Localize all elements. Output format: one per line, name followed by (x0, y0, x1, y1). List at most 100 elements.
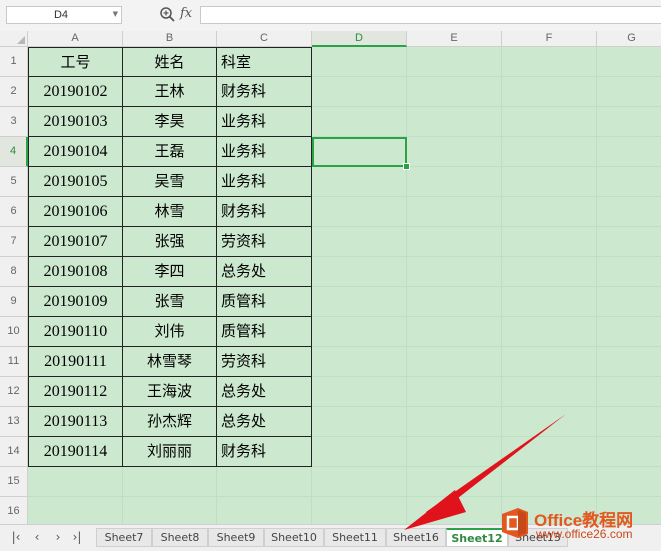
zoom-icon[interactable] (159, 6, 175, 22)
cell-g9[interactable] (597, 287, 661, 317)
last-sheet-icon[interactable]: ›| (71, 530, 83, 544)
cell-e11[interactable] (407, 347, 502, 377)
cell-d2[interactable] (312, 77, 407, 107)
cell-g3[interactable] (597, 107, 661, 137)
table-cell[interactable]: 20190113 (28, 407, 123, 437)
cell-f12[interactable] (502, 377, 597, 407)
table-cell[interactable]: 林雪琴 (123, 347, 217, 377)
table-cell[interactable]: 质管科 (217, 317, 312, 347)
column-header-c[interactable]: C (217, 31, 312, 47)
cell-d7[interactable] (312, 227, 407, 257)
table-cell[interactable]: 张强 (123, 227, 217, 257)
table-cell[interactable]: 财务科 (217, 437, 312, 467)
active-cell-outline[interactable] (312, 137, 407, 167)
cell-d12[interactable] (312, 377, 407, 407)
spreadsheet-grid[interactable]: A B C D E F G 1 2 3 4 5 6 7 8 9 10 11 12 13 14 15 16 工号 姓名 科室 2019… (0, 31, 661, 524)
cell-g11[interactable] (597, 347, 661, 377)
cell-e9[interactable] (407, 287, 502, 317)
table-cell[interactable]: 20190110 (28, 317, 123, 347)
cell-b16[interactable] (123, 497, 217, 524)
table-cell[interactable]: 20190109 (28, 287, 123, 317)
table-cell[interactable]: 20190111 (28, 347, 123, 377)
cell-c16[interactable] (217, 497, 312, 524)
cell-b15[interactable] (123, 467, 217, 497)
column-header-g[interactable]: G (597, 31, 661, 47)
table-cell[interactable]: 劳资科 (217, 347, 312, 377)
cell-g14[interactable] (597, 437, 661, 467)
cell-g5[interactable] (597, 167, 661, 197)
cell-e13[interactable] (407, 407, 502, 437)
table-cell[interactable]: 20190105 (28, 167, 123, 197)
cell-f8[interactable] (502, 257, 597, 287)
cell-e16[interactable] (407, 497, 502, 524)
cell-d1[interactable] (312, 47, 407, 77)
cell-g4[interactable] (597, 137, 661, 167)
fx-icon[interactable]: fx (180, 6, 192, 21)
table-cell[interactable]: 劳资科 (217, 227, 312, 257)
table-cell[interactable]: 林雪 (123, 197, 217, 227)
table-cell[interactable]: 业务科 (217, 107, 312, 137)
cell-g7[interactable] (597, 227, 661, 257)
cell-f13[interactable] (502, 407, 597, 437)
table-cell[interactable]: 王林 (123, 77, 217, 107)
cell-g10[interactable] (597, 317, 661, 347)
table-cell[interactable]: 业务科 (217, 137, 312, 167)
sheet-tab-sheet7[interactable]: Sheet7 (96, 528, 152, 547)
row-header-13[interactable]: 13 (0, 407, 28, 437)
chevron-down-icon[interactable]: ▼ (113, 10, 118, 18)
table-cell[interactable]: 张雪 (123, 287, 217, 317)
table-cell[interactable]: 财务科 (217, 197, 312, 227)
cell-a16[interactable] (28, 497, 123, 524)
column-header-e[interactable]: E (407, 31, 502, 47)
cell-g6[interactable] (597, 197, 661, 227)
cell-e4[interactable] (407, 137, 502, 167)
cell-e10[interactable] (407, 317, 502, 347)
table-cell[interactable]: 业务科 (217, 167, 312, 197)
row-header-3[interactable]: 3 (0, 107, 28, 137)
cell-e6[interactable] (407, 197, 502, 227)
cell-e14[interactable] (407, 437, 502, 467)
cell-f2[interactable] (502, 77, 597, 107)
table-cell[interactable]: 20190114 (28, 437, 123, 467)
table-cell[interactable]: 财务科 (217, 77, 312, 107)
cell-f10[interactable] (502, 317, 597, 347)
row-header-2[interactable]: 2 (0, 77, 28, 107)
cell-e8[interactable] (407, 257, 502, 287)
formula-input[interactable] (200, 6, 661, 24)
table-cell[interactable]: 孙杰辉 (123, 407, 217, 437)
select-all-corner[interactable] (0, 31, 28, 47)
cell-f7[interactable] (502, 227, 597, 257)
table-cell[interactable]: 王磊 (123, 137, 217, 167)
table-cell[interactable]: 20190104 (28, 137, 123, 167)
row-header-14[interactable]: 14 (0, 437, 28, 467)
cell-d10[interactable] (312, 317, 407, 347)
cell-d5[interactable] (312, 167, 407, 197)
column-header-f[interactable]: F (502, 31, 597, 47)
row-header-6[interactable]: 6 (0, 197, 28, 227)
table-cell[interactable]: 总务处 (217, 257, 312, 287)
cell-d8[interactable] (312, 257, 407, 287)
cell-d14[interactable] (312, 437, 407, 467)
cell-e15[interactable] (407, 467, 502, 497)
row-header-5[interactable]: 5 (0, 167, 28, 197)
cell-g13[interactable] (597, 407, 661, 437)
table-header-cell[interactable]: 姓名 (123, 47, 217, 77)
table-cell[interactable]: 刘伟 (123, 317, 217, 347)
cell-f4[interactable] (502, 137, 597, 167)
cell-f15[interactable] (502, 467, 597, 497)
table-header-cell[interactable]: 科室 (217, 47, 312, 77)
cell-f6[interactable] (502, 197, 597, 227)
cell-d6[interactable] (312, 197, 407, 227)
cell-g12[interactable] (597, 377, 661, 407)
column-header-a[interactable]: A (28, 31, 123, 47)
row-header-10[interactable]: 10 (0, 317, 28, 347)
cell-d3[interactable] (312, 107, 407, 137)
sheet-tab-sheet9[interactable]: Sheet9 (208, 528, 264, 547)
row-header-9[interactable]: 9 (0, 287, 28, 317)
table-cell[interactable]: 20190102 (28, 77, 123, 107)
cell-d15[interactable] (312, 467, 407, 497)
cell-c15[interactable] (217, 467, 312, 497)
cell-f9[interactable] (502, 287, 597, 317)
row-header-16[interactable]: 16 (0, 497, 28, 524)
cell-d16[interactable] (312, 497, 407, 524)
